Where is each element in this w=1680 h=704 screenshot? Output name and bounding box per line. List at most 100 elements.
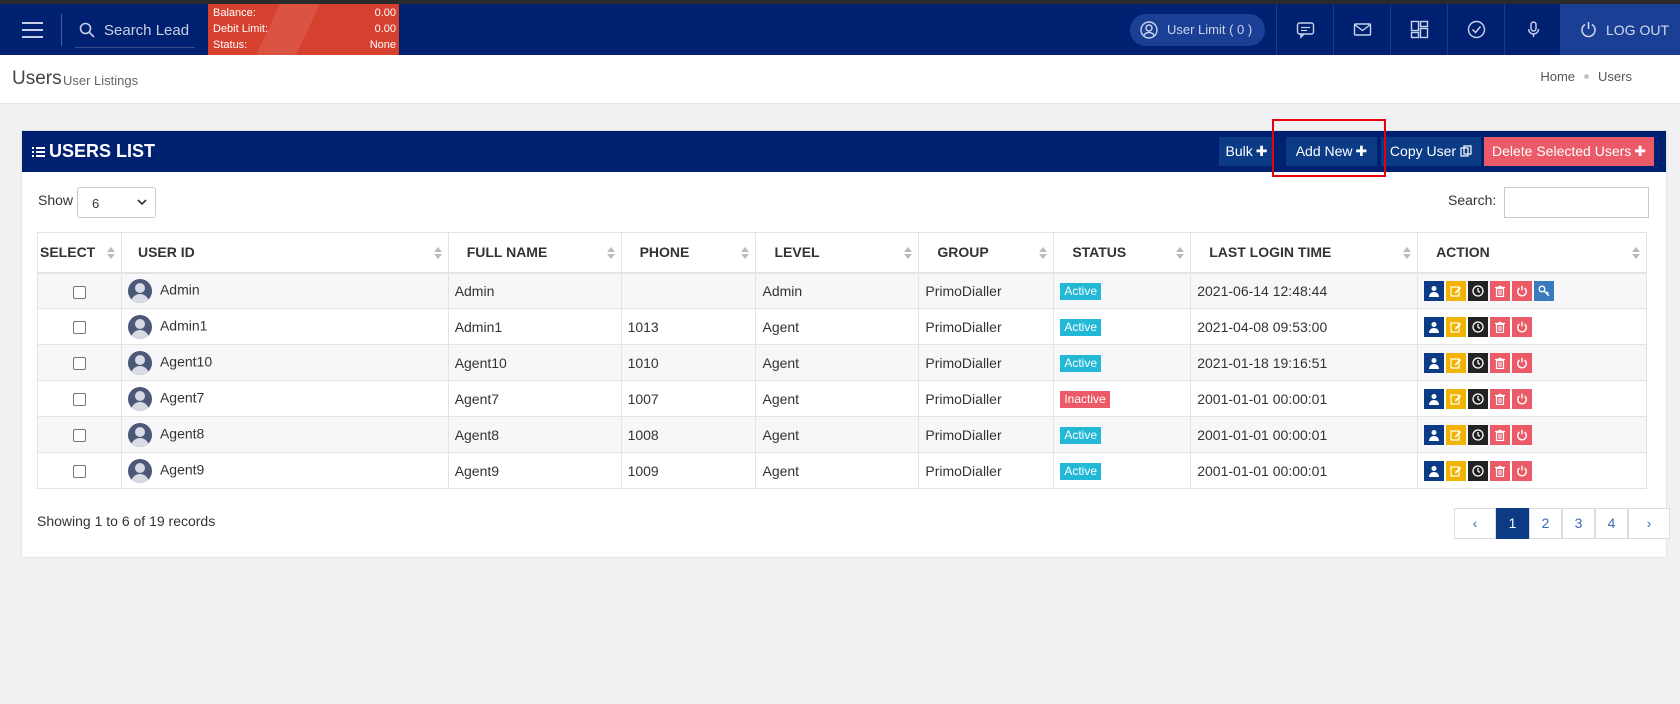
user-id[interactable]: Agent9: [160, 461, 204, 477]
copy-user-button[interactable]: Copy User: [1381, 137, 1481, 166]
user-limit-pill[interactable]: User Limit ( 0 ): [1130, 14, 1265, 46]
col-user-id[interactable]: USER ID: [120, 232, 449, 274]
last-login-cell: 2001-01-01 00:00:01: [1190, 380, 1419, 417]
col-phone[interactable]: PHONE: [620, 232, 757, 274]
status-cell: Active: [1053, 344, 1192, 381]
clock-icon[interactable]: [1468, 316, 1489, 337]
pagination-prev[interactable]: ‹: [1454, 508, 1496, 539]
edit-icon[interactable]: [1446, 280, 1467, 301]
power-icon[interactable]: [1512, 388, 1533, 409]
row-checkbox[interactable]: [72, 285, 86, 299]
clock-icon[interactable]: [1468, 280, 1489, 301]
user-id-cell: Agent9: [120, 452, 449, 489]
col-status[interactable]: STATUS: [1053, 232, 1192, 274]
logout-button[interactable]: LOG OUT: [1560, 4, 1680, 55]
power-icon[interactable]: [1512, 424, 1533, 445]
tasks-button[interactable]: [1447, 4, 1504, 55]
view-user-icon[interactable]: [1424, 460, 1445, 481]
view-user-icon[interactable]: [1424, 424, 1445, 445]
col-select[interactable]: SELECT: [37, 232, 122, 274]
sort-icon: [1176, 247, 1185, 259]
bulk-button[interactable]: Bulk ✚: [1219, 137, 1274, 166]
col-group[interactable]: GROUP: [918, 232, 1055, 274]
power-icon[interactable]: [1512, 352, 1533, 373]
last-login-cell: 2001-01-01 00:00:01: [1190, 452, 1419, 489]
col-level[interactable]: LEVEL: [755, 232, 920, 274]
user-id[interactable]: Agent8: [160, 425, 204, 441]
plus-icon: ✚: [1255, 143, 1268, 159]
delete-icon[interactable]: [1490, 424, 1511, 445]
delete-icon[interactable]: [1490, 280, 1511, 301]
row-checkbox[interactable]: [72, 465, 86, 479]
status-cell: Active: [1053, 272, 1192, 309]
edit-icon[interactable]: [1446, 352, 1467, 373]
users-list-card: USERS LIST Bulk ✚ Add New ✚ Copy User Dele…: [21, 130, 1670, 558]
pagination-next[interactable]: ›: [1628, 508, 1670, 539]
edit-icon[interactable]: [1446, 316, 1467, 337]
edit-icon[interactable]: [1446, 424, 1467, 445]
clock-icon[interactable]: [1468, 388, 1489, 409]
pagination-page-1[interactable]: 1: [1496, 508, 1529, 539]
view-user-icon[interactable]: [1424, 280, 1445, 301]
table-header-row: SELECT USER ID FULL NAME PHONE LEVEL GRO…: [37, 232, 1647, 274]
show-label: Show: [38, 192, 74, 208]
view-user-icon[interactable]: [1424, 352, 1445, 373]
delete-icon[interactable]: [1490, 352, 1511, 373]
page-title: Users: [12, 68, 62, 89]
breadcrumb-home[interactable]: Home: [1540, 69, 1575, 84]
delete-icon[interactable]: [1490, 460, 1511, 481]
delete-selected-users-button[interactable]: Delete Selected Users ✚: [1484, 137, 1654, 166]
group-cell: PrimoDialler: [918, 308, 1055, 345]
power-icon[interactable]: [1512, 280, 1533, 301]
hamburger-menu-icon[interactable]: [22, 22, 43, 38]
card-header: USERS LIST Bulk ✚ Add New ✚ Copy User Dele…: [22, 131, 1666, 172]
user-id[interactable]: Admin: [160, 281, 200, 297]
row-checkbox[interactable]: [72, 429, 86, 443]
power-icon[interactable]: [1512, 460, 1533, 481]
dashboard-button[interactable]: [1390, 4, 1447, 55]
status-value: None: [369, 39, 396, 51]
delete-icon[interactable]: [1490, 316, 1511, 337]
mail-button[interactable]: [1333, 4, 1390, 55]
page-subtitle: User Listings: [63, 73, 139, 88]
page-size-select[interactable]: 6: [77, 187, 156, 218]
edit-icon[interactable]: [1446, 388, 1467, 409]
clock-icon[interactable]: [1468, 460, 1489, 481]
view-user-icon[interactable]: [1424, 388, 1445, 409]
col-last-login-time[interactable]: LAST LOGIN TIME: [1190, 232, 1419, 274]
last-login-cell: 2021-04-08 09:53:00: [1190, 308, 1419, 345]
user-id[interactable]: Admin1: [160, 317, 207, 333]
col-action[interactable]: ACTION: [1417, 232, 1647, 274]
chat-button[interactable]: [1276, 4, 1333, 55]
row-checkbox[interactable]: [72, 321, 86, 335]
key-icon[interactable]: [1534, 280, 1555, 301]
dashboard-grid-icon: [1410, 20, 1429, 39]
chevron-down-icon: [137, 199, 147, 206]
avatar: [127, 422, 152, 447]
row-checkbox[interactable]: [72, 357, 86, 371]
user-limit-text: User Limit ( 0 ): [1167, 22, 1253, 37]
last-login-cell: 2021-06-14 12:48:44: [1190, 272, 1419, 309]
last-login-cell: 2021-01-18 19:16:51: [1190, 344, 1419, 381]
view-user-icon[interactable]: [1424, 316, 1445, 337]
clock-icon[interactable]: [1468, 424, 1489, 445]
col-full-name[interactable]: FULL NAME: [447, 232, 622, 274]
clock-icon[interactable]: [1468, 352, 1489, 373]
table-search-input[interactable]: [1504, 187, 1649, 218]
pagination-page-3[interactable]: 3: [1562, 508, 1595, 539]
plus-icon: ✚: [1634, 143, 1647, 159]
user-id[interactable]: Agent7: [160, 389, 204, 405]
delete-icon[interactable]: [1490, 388, 1511, 409]
edit-icon[interactable]: [1446, 460, 1467, 481]
search-lead-field[interactable]: Search Lead: [75, 12, 195, 48]
group-cell: PrimoDialler: [918, 416, 1055, 453]
avatar: [127, 458, 152, 483]
row-checkbox[interactable]: [72, 393, 86, 407]
power-icon[interactable]: [1512, 316, 1533, 337]
pagination-page-2[interactable]: 2: [1529, 508, 1562, 539]
user-id[interactable]: Agent10: [160, 353, 212, 369]
level-cell: Agent: [755, 308, 920, 345]
pagination-page-4[interactable]: 4: [1595, 508, 1628, 539]
microphone-button[interactable]: [1504, 4, 1561, 55]
records-info: Showing 1 to 6 of 19 records: [37, 513, 216, 529]
